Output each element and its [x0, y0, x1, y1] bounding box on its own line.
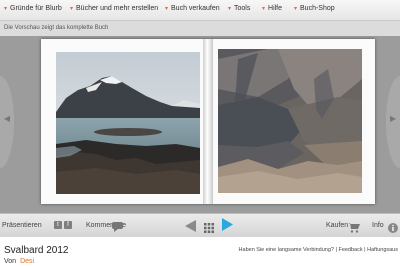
mountain-slope-image — [218, 49, 362, 193]
speech-bubble-icon[interactable] — [112, 219, 123, 237]
arrow-right-icon: ▶ — [390, 114, 397, 123]
open-book — [41, 39, 375, 204]
grid-icon[interactable] — [204, 220, 214, 238]
book-preview-stage: ◀ ▶ — [0, 36, 400, 213]
chevron-down-icon: ▾ — [294, 6, 298, 12]
preview-toolbar: Präsentieren t f Kommentare Kaufen Info — [0, 213, 400, 237]
terms-link[interactable]: Haftungsaus — [367, 247, 398, 253]
arctic-coast-image — [56, 52, 200, 194]
chevron-down-icon: ▾ — [165, 6, 169, 12]
feedback-link[interactable]: Feedback — [338, 247, 362, 253]
prev-page-arrow[interactable]: ◀ — [0, 76, 14, 168]
slow-connection-link[interactable]: Haben Sie eine langsame Verbindung? — [239, 247, 334, 253]
chevron-down-icon: ▾ — [4, 6, 8, 12]
nav-item-bookstore[interactable]: ▾ Buch-Shop — [294, 5, 335, 12]
next-page-arrow[interactable]: ▶ — [386, 76, 400, 168]
arrow-left-icon: ◀ — [3, 114, 10, 123]
separator: | — [335, 247, 337, 253]
book-spine — [203, 39, 213, 204]
info-icon[interactable] — [388, 220, 398, 238]
chevron-down-icon: ▾ — [228, 6, 232, 12]
nav-item-create[interactable]: ▾ Bücher und mehr erstellen — [70, 5, 158, 12]
book-title: Svalbard 2012 — [4, 245, 69, 256]
separator: | — [364, 247, 366, 253]
nav-item-tools[interactable]: ▾ Tools — [228, 5, 250, 12]
cart-icon[interactable] — [348, 220, 360, 238]
info-button[interactable]: Info — [372, 222, 384, 229]
right-page-photo — [218, 49, 362, 193]
arrow-left-icon[interactable] — [185, 219, 196, 237]
chevron-down-icon: ▾ — [262, 6, 266, 12]
author-link[interactable]: Desi — [20, 258, 34, 265]
nav-item-why-blurb[interactable]: ▾ Gründe für Blurb — [4, 5, 62, 12]
share-button-1[interactable]: t — [54, 221, 62, 229]
top-nav: ▾ Gründe für Blurb ▾ Bücher und mehr erste… — [0, 0, 400, 21]
chevron-down-icon: ▾ — [70, 6, 74, 12]
left-page-photo — [56, 52, 200, 194]
share-button-2[interactable]: f — [64, 221, 72, 229]
present-button[interactable]: Präsentieren — [2, 222, 42, 229]
preview-notice-bar: Die Vorschau zeigt das komplette Buch — [0, 21, 400, 36]
buy-button[interactable]: Kaufen — [326, 222, 348, 229]
preview-notice: Die Vorschau zeigt das komplette Buch — [4, 25, 109, 31]
arrow-right-icon[interactable] — [222, 218, 233, 236]
book-byline: Von Desi — [4, 258, 34, 265]
nav-item-sell[interactable]: ▾ Buch verkaufen — [165, 5, 220, 12]
help-links: Haben Sie eine langsame Verbindung? | Fe… — [239, 247, 398, 253]
by-label: Von — [4, 258, 17, 265]
nav-item-help[interactable]: ▾ Hilfe — [262, 5, 282, 12]
